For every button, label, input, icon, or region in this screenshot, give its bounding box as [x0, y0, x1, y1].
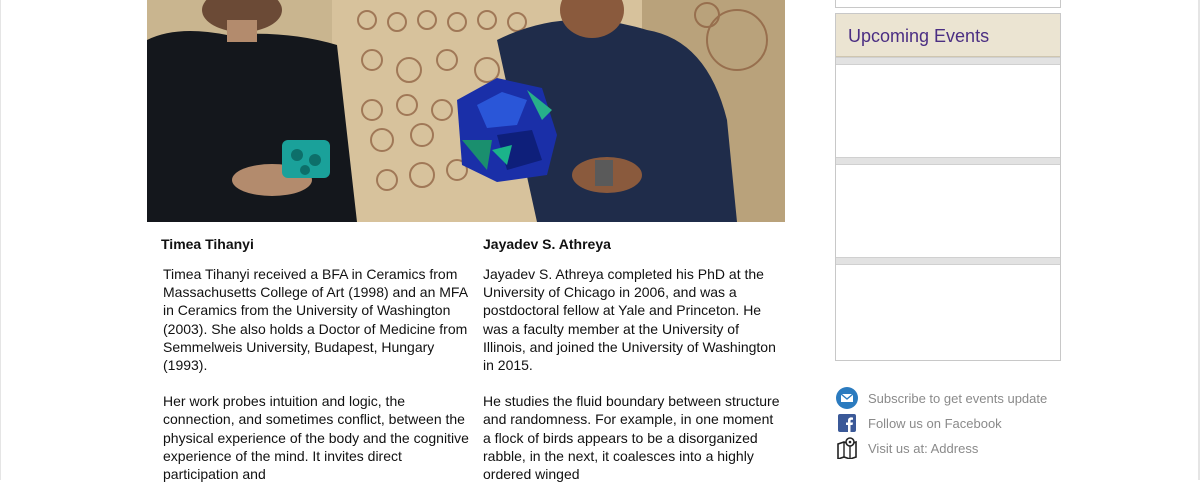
event-separator [836, 157, 1060, 165]
bio-paragraph: Her work probes intuition and logic, the… [163, 393, 469, 483]
map-icon [836, 437, 858, 459]
bio-paragraph: Timea Tihanyi received a BFA in Ceramics… [163, 266, 468, 374]
bio-paragraph: He studies the fluid boundary between st… [483, 393, 780, 483]
facebook-icon [836, 412, 858, 434]
event-slot[interactable] [836, 165, 1060, 257]
subscribe-link-label: Subscribe to get events update [868, 390, 1048, 406]
email-icon [836, 387, 858, 409]
person-name: Timea Tihanyi [161, 236, 254, 252]
subscribe-link[interactable]: Subscribe to get events update [836, 386, 1076, 410]
address-link-label: Visit us at: Address [868, 440, 979, 456]
upcoming-events-title: Upcoming Events [836, 14, 1060, 57]
facebook-link-label: Follow us on Facebook [868, 415, 1002, 431]
person-name: Jayadev S. Athreya [483, 236, 611, 252]
facebook-link[interactable]: Follow us on Facebook [836, 411, 1076, 435]
event-slot[interactable] [836, 65, 1060, 157]
bio-jayadev-athreya: Jayadev S. Athreya Jayadev S. Athreya co… [483, 236, 783, 501]
upcoming-events-panel: Upcoming Events [835, 13, 1061, 361]
address-link[interactable]: Visit us at: Address [836, 436, 1076, 460]
artists-photo [147, 0, 785, 222]
event-separator [836, 57, 1060, 65]
sidebar-top-box [835, 0, 1061, 8]
bio-paragraph: Jayadev S. Athreya completed his PhD at … [483, 266, 776, 374]
event-slot[interactable] [836, 265, 1060, 353]
sidebar-links: Subscribe to get events update Follow us… [836, 386, 1076, 461]
page-left-border [0, 0, 1, 480]
event-separator [836, 257, 1060, 265]
bio-timea-tihanyi: Timea Tihanyi Timea Tihanyi received a B… [161, 236, 471, 501]
